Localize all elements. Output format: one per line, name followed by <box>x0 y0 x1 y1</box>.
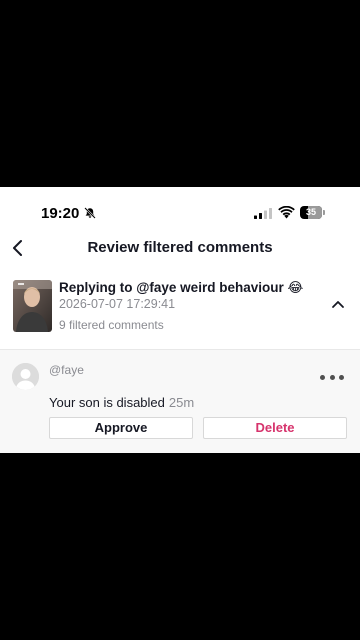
video-thumbnail[interactable] <box>13 280 52 332</box>
video-date: 2026-07-07 17:29:41 <box>59 297 176 311</box>
page-title: Review filtered comments <box>87 239 273 256</box>
battery-percentage: 35 <box>305 207 316 217</box>
reply-title: Replying to @faye weird behaviour 😂 <box>59 280 304 295</box>
battery-icon: 35 <box>300 206 326 219</box>
approve-button[interactable]: Approve <box>49 417 193 439</box>
delete-button[interactable]: Delete <box>203 417 347 439</box>
status-bar: 19:20 35 <box>0 187 360 237</box>
wifi-icon <box>278 206 295 219</box>
signal-icon <box>254 208 272 219</box>
app-screen: 19:20 35 Review filtered comments Replyi… <box>0 187 360 453</box>
filtered-count: 9 filtered comments <box>59 318 164 332</box>
nav-header: Review filtered comments <box>0 231 360 265</box>
bell-off-icon <box>84 207 96 219</box>
comment-text: Your son is disabled <box>49 395 165 410</box>
comment-item: @faye Your son is disabled 25m Approve De… <box>0 349 360 453</box>
video-context-row[interactable]: Replying to @faye weird behaviour 😂 2026… <box>0 275 360 335</box>
chevron-up-icon[interactable] <box>330 298 346 310</box>
comment-time: 25m <box>168 395 195 410</box>
more-icon[interactable] <box>318 372 346 384</box>
comment-body: Your son is disabled 25m <box>49 395 194 410</box>
status-time: 19:20 <box>41 205 80 222</box>
avatar-placeholder-icon[interactable] <box>12 363 39 390</box>
comment-username[interactable]: @faye <box>49 363 84 377</box>
